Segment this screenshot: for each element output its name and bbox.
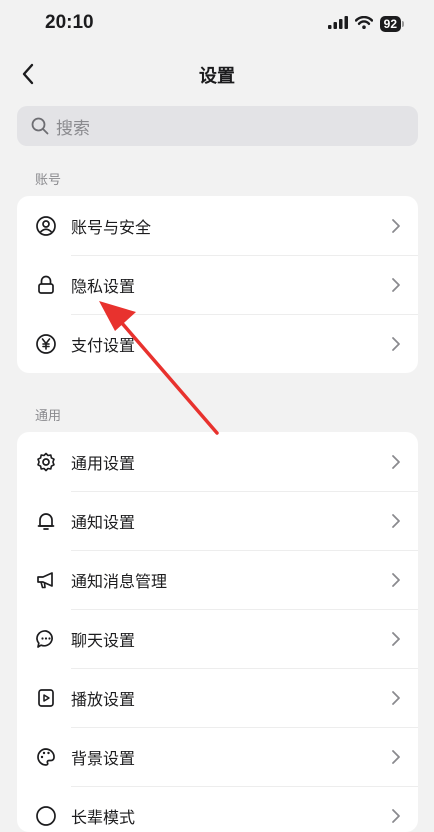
search-placeholder: 搜索: [56, 118, 90, 139]
search-input[interactable]: 搜索: [17, 106, 418, 146]
section-header-account: 账号: [35, 173, 62, 188]
nav-bar: 设置: [0, 52, 434, 96]
status-time: 20:10: [45, 12, 94, 33]
settings-item-chat[interactable]: 聊天设置: [17, 609, 418, 668]
settings-item-general[interactable]: 通用设置: [17, 432, 418, 491]
lock-icon: [35, 274, 57, 296]
settings-item-account-security[interactable]: 账号与安全: [17, 196, 418, 255]
elder-mode-icon: [35, 805, 57, 827]
settings-item-label: 播放设置: [71, 689, 136, 709]
account-settings-card: 账号与安全 隐私设置 支付设置: [17, 196, 418, 373]
status-bar: 20:10 92: [0, 0, 434, 48]
settings-item-label: 通知设置: [71, 512, 136, 532]
status-icons: 92: [327, 14, 404, 33]
chevron-right-icon: [391, 749, 401, 765]
gear-icon: [35, 451, 57, 473]
chevron-right-icon: [391, 336, 401, 352]
yen-icon: [35, 333, 57, 355]
chevron-right-icon: [391, 454, 401, 470]
settings-item-notification-messages[interactable]: 通知消息管理: [17, 550, 418, 609]
settings-item-label: 隐私设置: [71, 276, 136, 296]
section-header-general: 通用: [35, 409, 62, 424]
person-circle-icon: [35, 215, 57, 237]
play-icon: [35, 687, 57, 709]
chat-bubble-icon: [35, 628, 57, 650]
search-icon: [30, 116, 50, 136]
wifi-icon: [354, 14, 373, 33]
chevron-right-icon: [391, 513, 401, 529]
megaphone-icon: [35, 569, 57, 591]
bell-icon: [35, 510, 57, 532]
settings-item-elder-mode[interactable]: 长辈模式: [17, 786, 418, 832]
settings-item-background[interactable]: 背景设置: [17, 727, 418, 786]
settings-item-playback[interactable]: 播放设置: [17, 668, 418, 727]
settings-item-notification[interactable]: 通知设置: [17, 491, 418, 550]
settings-item-label: 聊天设置: [71, 630, 136, 650]
battery-tip: [402, 20, 404, 27]
settings-item-label: 通知消息管理: [71, 571, 168, 591]
general-settings-card: 通用设置 通知设置 通知消息管理 聊天设置 播放设置 背景设置 长辈模式: [17, 432, 418, 832]
chevron-right-icon: [391, 690, 401, 706]
chevron-right-icon: [391, 631, 401, 647]
settings-item-label: 背景设置: [71, 748, 136, 768]
chevron-right-icon: [391, 808, 401, 824]
signal-icon: [327, 14, 348, 33]
settings-item-label: 支付设置: [71, 335, 136, 355]
palette-icon: [35, 746, 57, 768]
settings-item-privacy[interactable]: 隐私设置: [17, 255, 418, 314]
settings-item-label: 通用设置: [71, 453, 136, 473]
settings-item-label: 长辈模式: [71, 807, 136, 827]
settings-item-payment[interactable]: 支付设置: [17, 314, 418, 373]
page-title: 设置: [199, 66, 235, 87]
settings-item-label: 账号与安全: [71, 217, 152, 237]
chevron-right-icon: [391, 218, 401, 234]
chevron-right-icon: [391, 572, 401, 588]
chevron-right-icon: [391, 277, 401, 293]
battery-icon: 92: [379, 15, 401, 32]
